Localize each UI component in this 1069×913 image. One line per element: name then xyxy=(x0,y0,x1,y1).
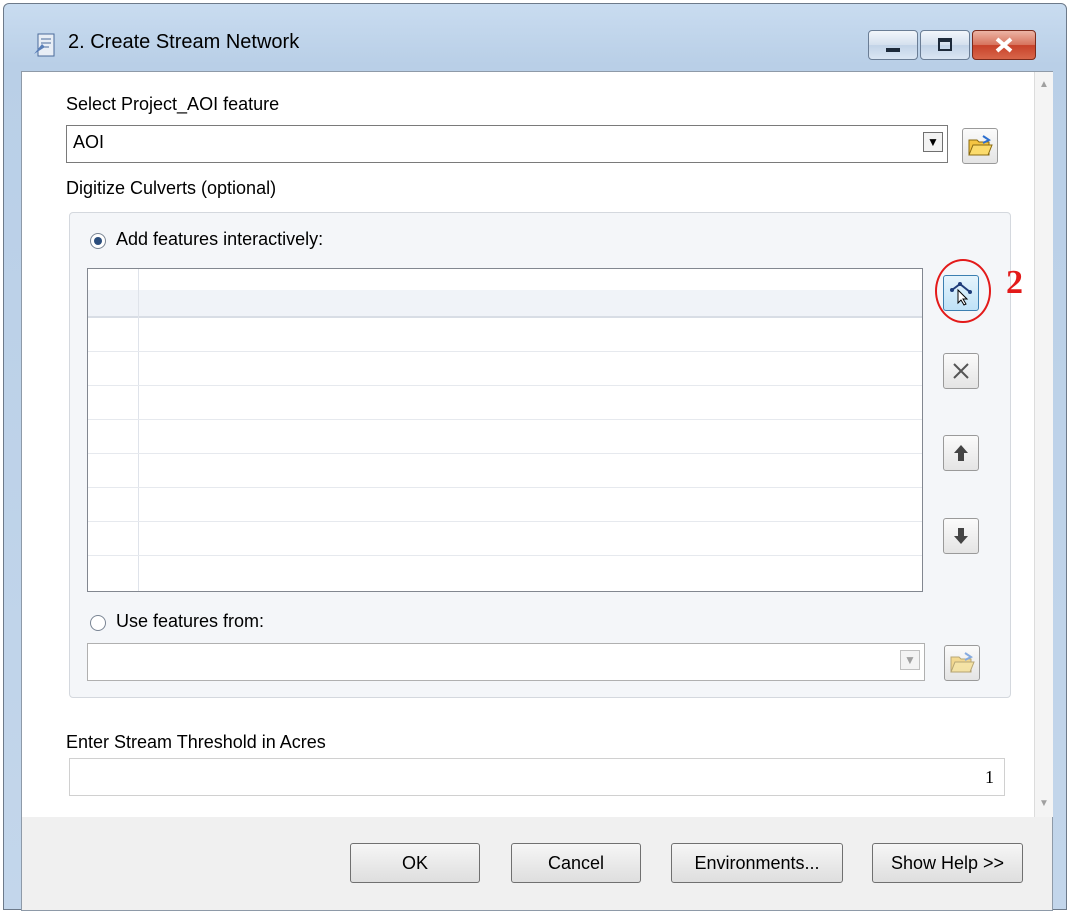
ok-button[interactable]: OK xyxy=(350,843,480,883)
move-down-button[interactable] xyxy=(943,518,979,554)
annotation-circle xyxy=(935,259,991,323)
use-features-combo[interactable]: ▼ xyxy=(87,643,925,681)
dialog-client-area: Select Project_AOI feature AOI ▼ Digitiz… xyxy=(21,71,1053,911)
browse-features-button[interactable] xyxy=(944,645,980,681)
arrow-down-icon xyxy=(954,528,968,544)
threshold-input[interactable]: 1 xyxy=(69,758,1005,796)
parameters-panel: Select Project_AOI feature AOI ▼ Digitiz… xyxy=(22,72,1035,817)
project-aoi-combo[interactable]: AOI ▼ xyxy=(66,125,948,163)
scroll-down-icon[interactable]: ▼ xyxy=(1039,799,1049,809)
grid-header xyxy=(88,269,922,318)
arrow-up-icon xyxy=(954,445,968,461)
environments-button[interactable]: Environments... xyxy=(671,843,843,883)
threshold-label: Enter Stream Threshold in Acres xyxy=(66,732,326,752)
project-aoi-value: AOI xyxy=(73,132,105,152)
culverts-group: Add features interactively: Use features… xyxy=(69,212,1011,698)
add-interactively-label: Add features interactively: xyxy=(116,229,324,249)
move-up-button[interactable] xyxy=(943,435,979,471)
chevron-down-icon[interactable]: ▼ xyxy=(923,132,943,152)
close-button[interactable] xyxy=(972,30,1036,60)
add-interactively-radio[interactable] xyxy=(90,233,106,249)
use-features-label: Use features from: xyxy=(116,611,265,631)
threshold-value: 1 xyxy=(985,767,994,787)
use-features-radio[interactable] xyxy=(90,615,106,631)
minimize-icon xyxy=(886,48,900,52)
show-help-button[interactable]: Show Help >> xyxy=(872,843,1023,883)
window-title: 2. Create Stream Network xyxy=(68,31,300,53)
culverts-label: Digitize Culverts (optional) xyxy=(66,178,277,198)
features-grid[interactable] xyxy=(87,268,923,592)
minimize-button[interactable] xyxy=(868,30,918,60)
dialog-window: 2. Create Stream Network Select Project_… xyxy=(3,3,1067,911)
delete-feature-button[interactable] xyxy=(943,353,979,389)
cancel-button[interactable]: Cancel xyxy=(511,843,641,883)
toolbox-script-icon xyxy=(34,33,55,57)
scroll-up-icon[interactable]: ▲ xyxy=(1039,80,1049,90)
chevron-down-icon[interactable]: ▼ xyxy=(900,650,920,670)
delete-x-icon xyxy=(953,363,969,379)
open-folder-icon xyxy=(950,652,975,673)
annotation-number: 2 xyxy=(1006,264,1023,301)
open-folder-icon xyxy=(968,135,993,156)
close-icon xyxy=(995,37,1013,53)
vertical-scrollbar[interactable]: ▲ ▼ xyxy=(1034,72,1053,817)
browse-aoi-button[interactable] xyxy=(962,128,998,164)
maximize-icon xyxy=(938,38,952,51)
maximize-button[interactable] xyxy=(920,30,970,60)
project-aoi-label: Select Project_AOI feature xyxy=(66,94,280,114)
